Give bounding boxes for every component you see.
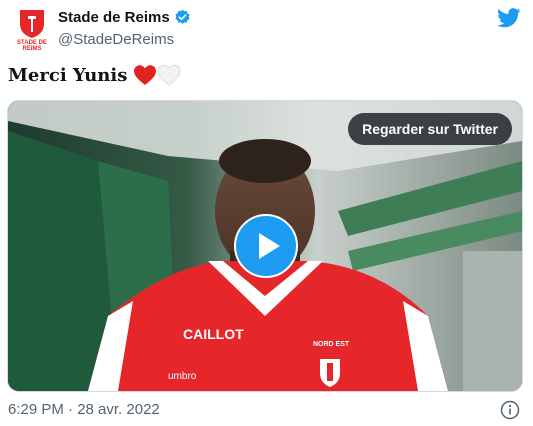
- twitter-bird-icon[interactable]: [497, 8, 521, 28]
- account-name-row[interactable]: Stade de Reims: [58, 9, 191, 26]
- account-avatar[interactable]: STADE DE REIMS: [14, 8, 50, 52]
- account-name[interactable]: Stade de Reims: [58, 9, 170, 26]
- bank-logo: NORD EST: [313, 341, 350, 348]
- tweet-text-content: Merci Yunis: [8, 64, 128, 86]
- tweet-timestamp[interactable]: 6:29 PM · 28 avr. 2022: [8, 401, 160, 418]
- red-heart-icon: [134, 65, 157, 85]
- video-player[interactable]: CAILLOT umbro NORD EST Regarder sur Twit…: [7, 100, 523, 392]
- svg-text:REIMS: REIMS: [22, 46, 41, 52]
- kit-brand-logo: umbro: [168, 371, 197, 382]
- sponsor-logo: CAILLOT: [183, 326, 244, 342]
- info-icon[interactable]: [500, 400, 520, 420]
- tweet-card: STADE DE REIMS Stade de Reims @StadeDeRe…: [0, 0, 533, 426]
- play-icon[interactable]: [234, 214, 298, 278]
- white-heart-icon: [157, 64, 181, 86]
- watch-on-twitter-button[interactable]: Regarder sur Twitter: [348, 113, 512, 145]
- tweet-header: STADE DE REIMS Stade de Reims @StadeDeRe…: [0, 0, 533, 60]
- verified-badge-icon: [175, 9, 190, 24]
- tweet-text: Merci Yunis: [8, 64, 181, 86]
- account-handle[interactable]: @StadeDeReims: [58, 31, 174, 48]
- emoji-group: [133, 64, 181, 86]
